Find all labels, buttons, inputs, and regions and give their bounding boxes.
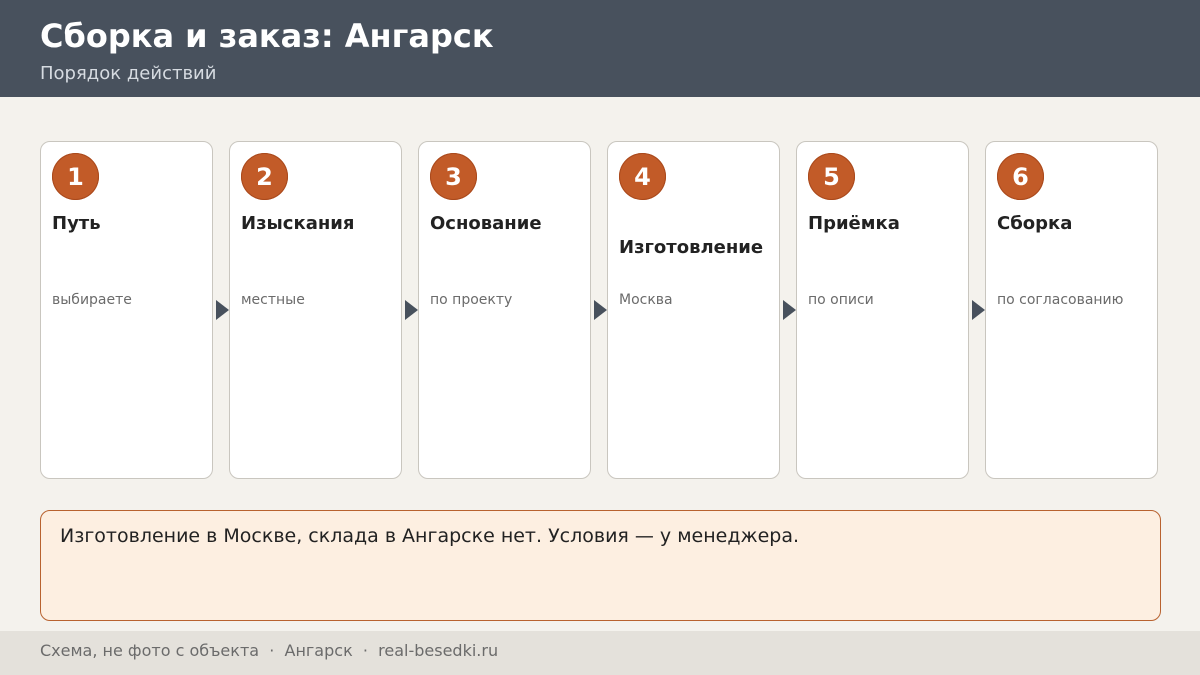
step-card-6: 6 Сборка по согласованию [985,141,1158,479]
step-description: по проекту [430,292,513,308]
step-description: выбираете [52,292,132,308]
arrow-right-icon [972,300,985,320]
step-description: Москва [619,292,673,308]
step-card-5: 5 Приёмка по описи [796,141,969,479]
step-number-badge: 2 [241,153,288,200]
note-text: Изготовление в Москве, склада в Ангарске… [60,525,800,547]
step-description: местные [241,292,305,308]
header-bar: Сборка и заказ: Ангарск Порядок действий [0,0,1200,97]
step-number-badge: 1 [52,153,99,200]
step-title: Изготовление [619,237,764,258]
footer-text: Схема, не фото с объекта · Ангарск · rea… [40,641,499,660]
page-title: Сборка и заказ: Ангарск [40,17,494,55]
step-title: Сборка [997,213,1073,234]
step-card-3: 3 Основание по проекту [418,141,591,479]
arrow-right-icon [405,300,418,320]
step-description: по согласованию [997,292,1124,308]
step-title: Основание [430,213,542,234]
step-card-4: 4 Изготовление Москва [607,141,780,479]
step-card-1: 1 Путь выбираете [40,141,213,479]
info-note: Изготовление в Москве, склада в Ангарске… [40,510,1161,621]
step-number-badge: 6 [997,153,1044,200]
arrow-right-icon [594,300,607,320]
step-card-2: 2 Изыскания местные [229,141,402,479]
step-title: Путь [52,213,101,234]
step-number-badge: 4 [619,153,666,200]
step-title: Приёмка [808,213,900,234]
step-number-badge: 5 [808,153,855,200]
footer-bar: Схема, не фото с объекта · Ангарск · rea… [0,631,1200,675]
arrow-right-icon [216,300,229,320]
page-subtitle: Порядок действий [40,63,217,84]
arrow-right-icon [783,300,796,320]
step-title: Изыскания [241,213,355,234]
step-description: по описи [808,292,874,308]
step-number-badge: 3 [430,153,477,200]
